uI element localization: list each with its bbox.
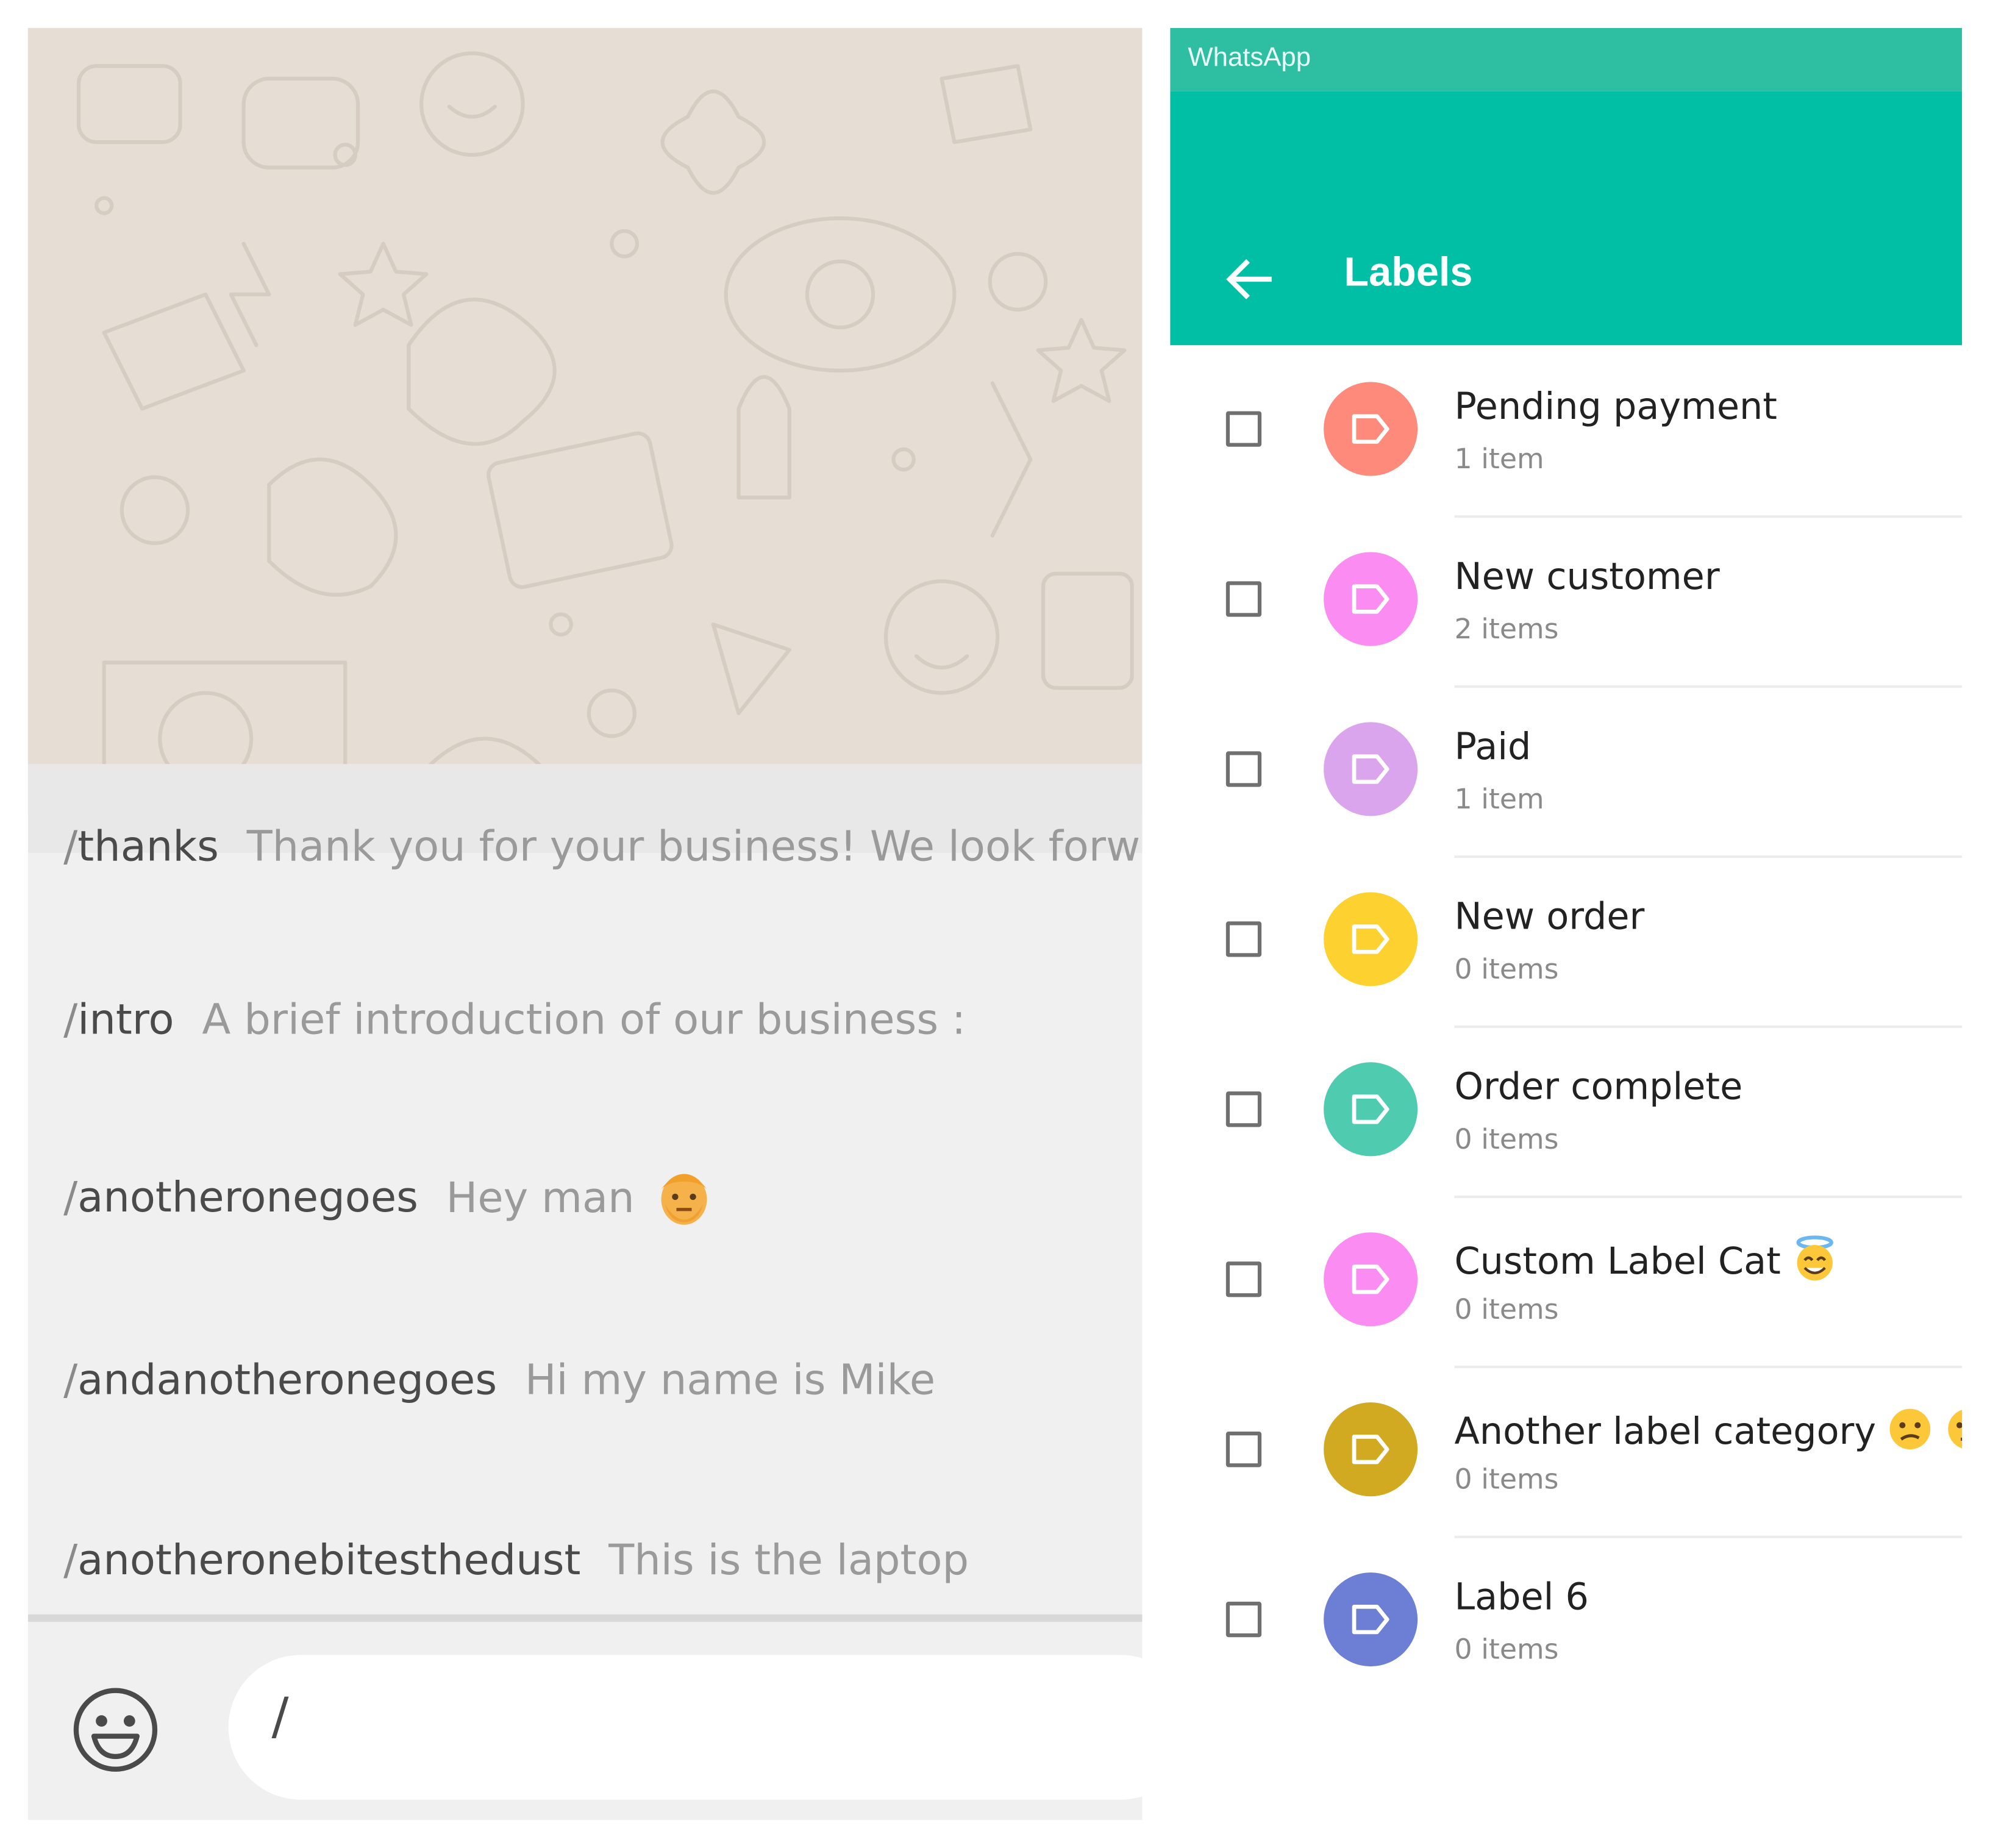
label-count: 2 items xyxy=(1454,614,1559,646)
label-item[interactable]: Another label category 0 items xyxy=(1170,1368,1963,1538)
status-app-name: WhatsApp xyxy=(1188,43,1311,73)
composer-divider xyxy=(27,1614,1143,1622)
label-count: 0 items xyxy=(1454,1124,1559,1157)
quick-reply-item[interactable]: /thanks Thank you for your business! We l… xyxy=(27,764,1143,871)
quick-reply-message: This is the laptop xyxy=(608,1535,969,1585)
quick-reply-shortcut: intro xyxy=(77,994,174,1044)
label-checkbox[interactable] xyxy=(1225,1601,1262,1638)
label-name: Another label category xyxy=(1455,1405,1963,1462)
tag-icon xyxy=(1324,1572,1418,1667)
label-count: 0 items xyxy=(1454,1635,1559,1667)
quick-reply-message: A brief introduction of our business : xyxy=(202,994,966,1044)
quick-reply-shortcut: andanotheronegoes xyxy=(77,1355,498,1405)
label-item[interactable]: Paid 1 item xyxy=(1170,688,1963,858)
tag-icon xyxy=(1324,552,1418,646)
status-bar: WhatsApp xyxy=(1170,27,1963,91)
quick-reply-shortcut: anotheronebitesthedust xyxy=(77,1535,581,1585)
quick-reply-shortcut: anotheronegoes xyxy=(77,1172,418,1222)
tag-icon xyxy=(1324,1402,1418,1497)
quick-reply-item[interactable]: /intro A brief introduction of our busine… xyxy=(28,929,1143,1110)
slash-prefix: / xyxy=(63,1172,78,1222)
slash-prefix: / xyxy=(63,821,78,871)
quick-reply-list: /thanks Thank you for your business! We l… xyxy=(27,764,1143,1614)
label-item[interactable]: New customer 2 items xyxy=(1170,518,1963,688)
label-name: Label 6 xyxy=(1454,1575,1589,1619)
label-name: New customer xyxy=(1454,554,1720,598)
label-name: Custom Label Cat xyxy=(1455,1235,1839,1292)
page-title: Labels xyxy=(1344,248,1473,294)
label-name: New order xyxy=(1454,894,1645,938)
smiley-icon[interactable] xyxy=(71,1685,160,1774)
quick-reply-message: Hi my name is Mike xyxy=(524,1355,936,1405)
man-emoji xyxy=(655,1161,713,1238)
label-checkbox[interactable] xyxy=(1225,1432,1262,1468)
confused-emoji xyxy=(1886,1405,1935,1462)
quick-reply-item[interactable]: /anotheronebitesthedust This is the lapto… xyxy=(28,1469,1143,1614)
chat-wallpaper xyxy=(27,27,1143,815)
tag-icon xyxy=(1324,722,1418,816)
quick-reply-shortcut: thanks xyxy=(77,821,219,871)
label-checkbox[interactable] xyxy=(1225,751,1262,787)
label-item[interactable]: Order complete 0 items xyxy=(1170,1028,1963,1199)
label-checkbox[interactable] xyxy=(1225,921,1262,957)
arrow-left-icon[interactable] xyxy=(1221,251,1277,307)
quick-reply-item[interactable]: /anotheronegoes Hey man xyxy=(28,1109,1143,1290)
message-input[interactable]: / xyxy=(228,1655,1143,1800)
label-checkbox[interactable] xyxy=(1225,1261,1262,1297)
slash-prefix: / xyxy=(63,1355,78,1405)
label-checkbox[interactable] xyxy=(1225,1091,1262,1127)
message-input-value: / xyxy=(271,1688,289,1747)
label-count: 1 item xyxy=(1454,444,1544,476)
label-name: Order complete xyxy=(1454,1065,1743,1108)
label-name: Paid xyxy=(1454,724,1532,768)
label-name: Pending payment xyxy=(1454,384,1777,428)
label-count: 1 item xyxy=(1454,784,1544,816)
label-item[interactable]: New order 0 items xyxy=(1170,858,1963,1029)
doodle-pattern xyxy=(76,51,1134,804)
monocle-emoji xyxy=(1944,1405,1963,1462)
slash-prefix: / xyxy=(63,1535,78,1585)
slash-prefix: / xyxy=(63,994,78,1044)
quick-reply-item[interactable]: /andanotheronegoes Hi my name is Mike xyxy=(28,1290,1143,1470)
angel-emoji xyxy=(1791,1235,1839,1292)
quick-reply-message: Hey man xyxy=(446,1172,635,1222)
chat-panel: /thanks Thank you for your business! We l… xyxy=(27,27,1143,1821)
labels-panel: WhatsApp Labels Pending payment 1 item N… xyxy=(1170,27,1963,1821)
label-item[interactable]: Custom Label Cat 0 items xyxy=(1170,1198,1963,1368)
app-bar: Labels xyxy=(1170,91,1963,346)
tag-icon xyxy=(1324,1062,1418,1157)
label-item[interactable]: Pending payment 1 item xyxy=(1170,348,1963,518)
label-count: 0 items xyxy=(1454,1294,1559,1327)
tag-icon xyxy=(1324,382,1418,476)
composer-bar: / xyxy=(27,1622,1143,1821)
label-checkbox[interactable] xyxy=(1225,581,1262,617)
tag-icon xyxy=(1324,892,1418,986)
label-count: 0 items xyxy=(1454,954,1559,986)
label-item[interactable]: Label 6 0 items xyxy=(1170,1538,1962,1708)
label-checkbox[interactable] xyxy=(1225,411,1262,447)
label-count: 0 items xyxy=(1454,1464,1559,1497)
tag-icon xyxy=(1324,1232,1418,1327)
quick-reply-message: Thank you for your business! We look for… xyxy=(246,821,1141,871)
